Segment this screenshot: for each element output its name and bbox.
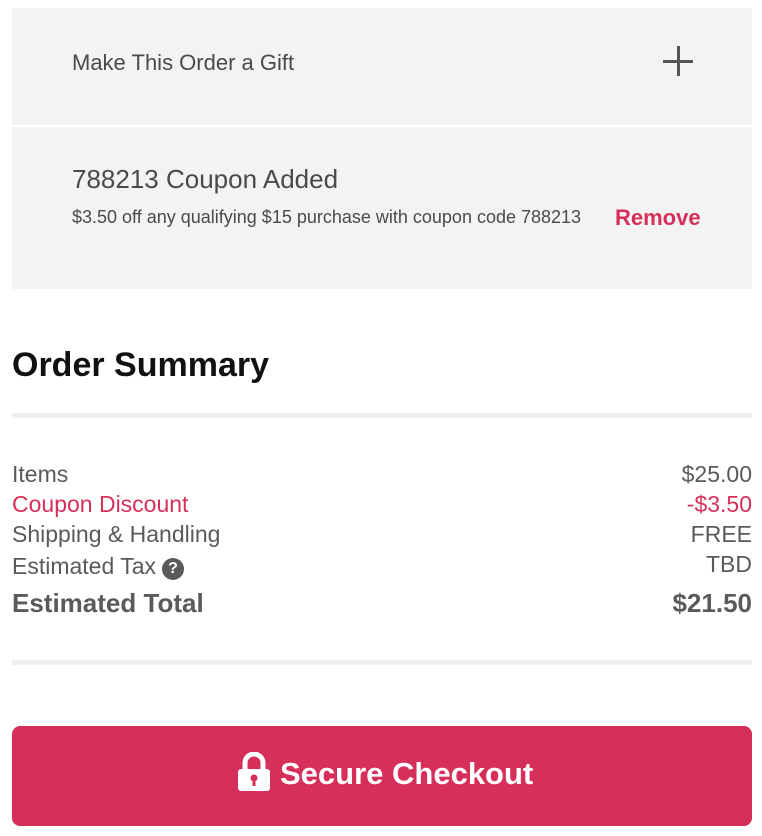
tax-value: TBD <box>706 551 752 577</box>
tax-label-group: Estimated Tax? <box>12 553 185 580</box>
help-icon[interactable]: ? <box>162 558 185 580</box>
gift-option-panel[interactable]: Make This Order a Gift <box>12 8 752 125</box>
secure-checkout-button[interactable]: Secure Checkout <box>12 726 752 826</box>
total-label: Estimated Total <box>12 588 204 618</box>
coupon-discount-label: Coupon Discount <box>12 491 189 517</box>
items-value: $25.00 <box>681 461 752 487</box>
coupon-panel: 788213 Coupon Added $3.50 off any qualif… <box>12 127 752 289</box>
shipping-label: Shipping & Handling <box>12 521 221 547</box>
coupon-discount-value: -$3.50 <box>686 491 752 517</box>
total-value: $21.50 <box>672 588 752 618</box>
summary-divider-top <box>12 413 752 418</box>
secure-checkout-label: Secure Checkout <box>280 756 534 791</box>
items-label: Items <box>12 461 69 487</box>
order-summary-title: Order Summary <box>12 346 269 384</box>
plus-icon[interactable] <box>663 46 693 76</box>
shipping-value: FREE <box>690 521 752 547</box>
coupon-description: $3.50 off any qualifying $15 purchase wi… <box>72 207 582 227</box>
gift-option-title: Make This Order a Gift <box>72 50 295 75</box>
lock-icon <box>238 752 270 791</box>
remove-coupon-link[interactable]: Remove <box>615 205 701 231</box>
coupon-title: 788213 Coupon Added <box>72 164 339 194</box>
summary-divider-bottom <box>12 660 752 665</box>
tax-label: Estimated Tax <box>12 553 157 579</box>
